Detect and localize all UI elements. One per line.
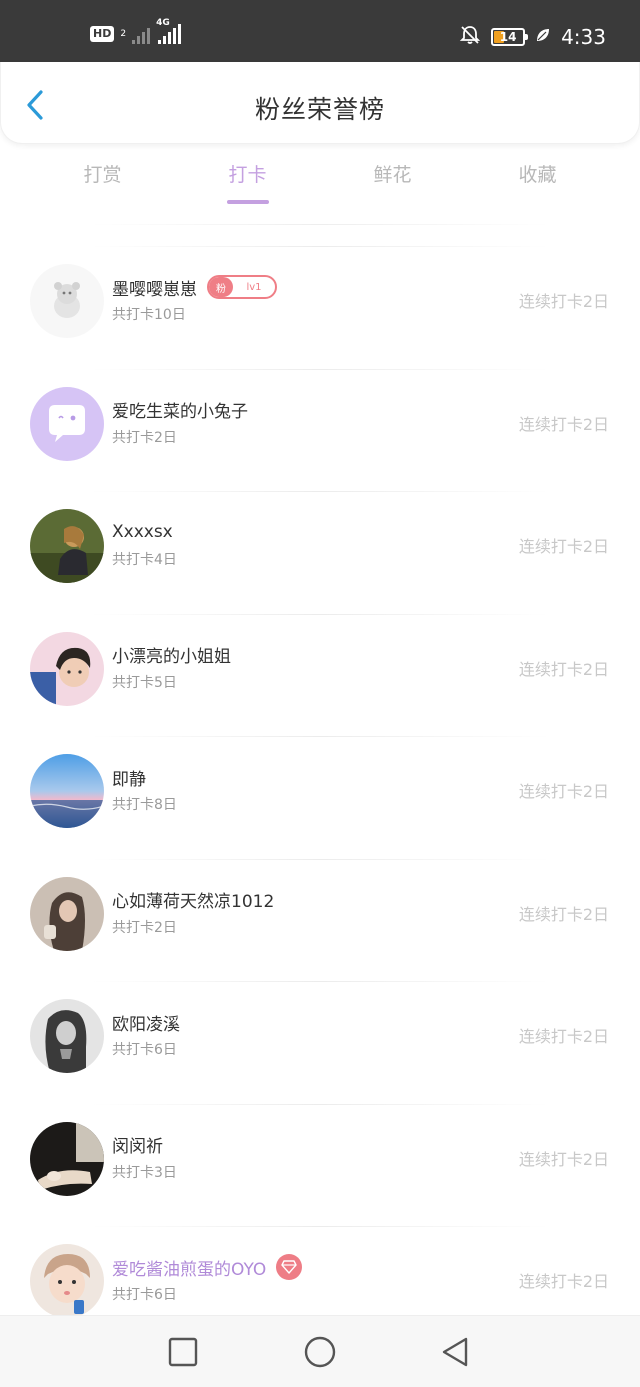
avatar[interactable] xyxy=(30,876,104,951)
name-line: 墨嘤嘤崽崽 粉 lv1 xyxy=(112,274,277,300)
home-button[interactable] xyxy=(304,1336,336,1368)
streak-days: 连续打卡2日 xyxy=(518,659,609,679)
avatar[interactable] xyxy=(30,631,104,706)
diamond-icon xyxy=(276,1254,303,1280)
list-item[interactable]: 心如薄荷天然凉1012 共打卡2日 连续打卡2日 xyxy=(0,858,640,982)
signal-icon xyxy=(132,24,151,44)
streak-days: 连续打卡2日 xyxy=(518,292,609,311)
fan-label: 粉 xyxy=(209,277,233,297)
name-line: Xxxxsx xyxy=(112,519,173,545)
avatar[interactable] xyxy=(30,999,104,1073)
streak-days: 连续打卡2日 xyxy=(518,1272,609,1291)
avatar[interactable] xyxy=(30,1244,104,1318)
user-name: 墨嘤嘤崽崽 xyxy=(112,279,197,300)
total-checkin-days: 共打卡10日 xyxy=(112,307,186,323)
battery-level: 14 xyxy=(499,30,517,44)
avatar[interactable] xyxy=(30,264,104,338)
list-item[interactable]: 欧阳凌溪 共打卡6日 连续打卡2日 xyxy=(0,981,640,1104)
total-checkin-days: 共打卡2日 xyxy=(112,919,177,936)
tab-flowers[interactable]: 鲜花 xyxy=(320,158,465,206)
checkin-ranking-list: 墨嘤嘤崽崽 粉 lv1 共打卡10日 连续打卡2日 爱吃生菜的小兔子 共打卡2日… xyxy=(0,246,640,1349)
user-name: 爱吃酱油煎蛋的OYO xyxy=(112,1259,267,1280)
total-checkin-days: 共打卡5日 xyxy=(112,674,177,691)
avatar[interactable] xyxy=(30,754,104,828)
streak-days: 连续打卡2日 xyxy=(518,782,609,801)
user-name: 欧阳凌溪 xyxy=(112,1014,180,1035)
tab-divider xyxy=(90,224,550,225)
avatar[interactable] xyxy=(30,1121,104,1196)
mute-bell-icon xyxy=(459,24,481,50)
streak-days: 连续打卡2日 xyxy=(518,537,609,556)
total-checkin-days: 共打卡6日 xyxy=(112,1287,177,1303)
list-item[interactable]: 闵闵祈 共打卡3日 连续打卡2日 xyxy=(0,1103,640,1227)
tab-favorites[interactable]: 收藏 xyxy=(465,158,610,206)
home-circle-icon xyxy=(304,1336,336,1368)
leaf-icon xyxy=(535,27,551,47)
name-line: 爱吃生菜的小兔子 xyxy=(112,397,248,423)
name-line: 心如薄荷天然凉1012 xyxy=(112,887,274,913)
tab-tip[interactable]: 打赏 xyxy=(30,158,175,206)
name-line: 闵闵祈 xyxy=(112,1132,163,1158)
status-bar: HD 2 4G 14 4:33 xyxy=(0,0,640,62)
user-name: 小漂亮的小姐姐 xyxy=(112,647,231,667)
tab-checkin[interactable]: 打卡 xyxy=(175,158,320,206)
streak-days: 连续打卡2日 xyxy=(518,1027,609,1046)
streak-days: 连续打卡2日 xyxy=(518,904,609,924)
clock-time: 4:33 xyxy=(561,25,606,49)
name-line: 即静 xyxy=(112,764,146,790)
status-left: HD 2 4G xyxy=(90,18,182,44)
streak-days: 连续打卡2日 xyxy=(518,1149,609,1169)
total-checkin-days: 共打卡8日 xyxy=(112,797,177,813)
sim-slot-label: 2 xyxy=(120,29,127,39)
user-name: 即静 xyxy=(112,769,146,790)
name-line: 小漂亮的小姐姐 xyxy=(112,642,231,668)
page-title: 粉丝荣誉榜 xyxy=(254,95,385,124)
total-checkin-days: 共打卡6日 xyxy=(112,1042,177,1058)
user-name: 闵闵祈 xyxy=(112,1137,163,1157)
list-item[interactable]: 爱吃生菜的小兔子 共打卡2日 连续打卡2日 xyxy=(0,368,640,492)
total-checkin-days: 共打卡2日 xyxy=(112,429,177,446)
name-line: 爱吃酱油煎蛋的OYO xyxy=(112,1254,303,1280)
back-triangle-icon xyxy=(442,1337,468,1367)
avatar[interactable] xyxy=(30,386,104,461)
network-type-label: 4G xyxy=(156,18,170,28)
list-item[interactable]: 墨嘤嘤崽崽 粉 lv1 共打卡10日 连续打卡2日 xyxy=(0,246,640,369)
avatar[interactable] xyxy=(30,509,104,583)
hd-icon: HD xyxy=(90,26,115,42)
tab-bar: 打赏 打卡 鲜花 收藏 xyxy=(30,158,610,206)
status-right: 14 4:33 xyxy=(459,24,606,50)
user-name: 心如薄荷天然凉1012 xyxy=(112,892,275,912)
page-header: 粉丝荣誉榜 xyxy=(0,62,640,144)
list-item[interactable]: Xxxxsx 共打卡4日 连续打卡2日 xyxy=(0,491,640,614)
total-checkin-days: 共打卡4日 xyxy=(112,552,177,568)
recent-apps-square-icon xyxy=(168,1337,198,1367)
list-item[interactable]: 即静 共打卡8日 连续打卡2日 xyxy=(0,736,640,859)
user-name: 爱吃生菜的小兔子 xyxy=(112,402,248,422)
signal-4g-icon: 4G xyxy=(156,18,182,44)
recent-apps-button[interactable] xyxy=(167,1336,199,1368)
system-nav-bar xyxy=(0,1315,640,1387)
system-back-button[interactable] xyxy=(440,1336,472,1368)
battery-icon: 14 xyxy=(491,28,529,46)
fan-level-badge: 粉 lv1 xyxy=(207,275,277,299)
streak-days: 连续打卡2日 xyxy=(518,414,609,434)
total-checkin-days: 共打卡3日 xyxy=(112,1164,177,1181)
fan-level: lv1 xyxy=(246,281,262,293)
name-line: 欧阳凌溪 xyxy=(112,1009,180,1035)
list-item[interactable]: 小漂亮的小姐姐 共打卡5日 连续打卡2日 xyxy=(0,613,640,737)
user-name: Xxxxsx xyxy=(112,522,173,542)
